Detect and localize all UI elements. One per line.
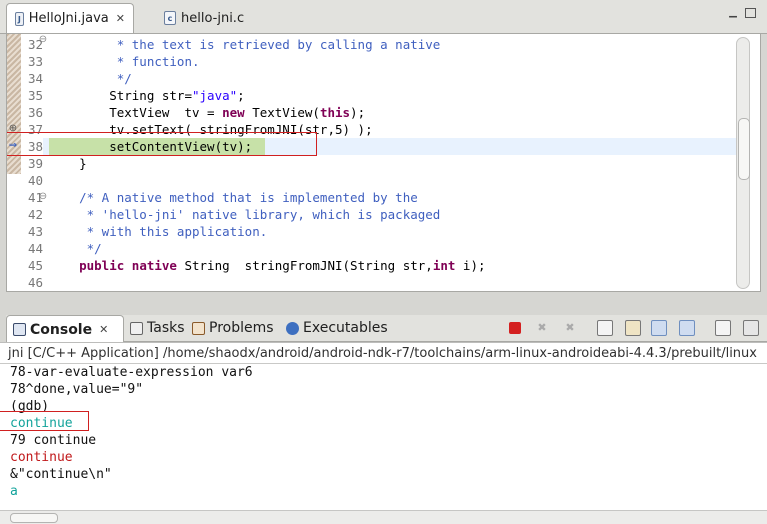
minimize-icon[interactable]: ▁	[727, 8, 739, 18]
line-number: 33	[27, 54, 43, 69]
tab-label: Problems	[209, 320, 274, 336]
console-launch-title: jni [C/C++ Application] /home/shaodx/and…	[8, 346, 757, 361]
code-token: ;	[237, 88, 245, 103]
tab-label: Tasks	[147, 320, 185, 336]
code-line: * function.	[49, 54, 200, 69]
tab-label: hello-jni.c	[181, 10, 245, 26]
line-number: 45	[27, 258, 43, 273]
terminate-icon[interactable]	[509, 322, 521, 334]
tab-console[interactable]: Console ✕	[6, 315, 124, 343]
code-token: TextView tv =	[49, 105, 223, 120]
c-file-icon: c	[164, 11, 176, 25]
annotation-highlight-box	[7, 132, 317, 156]
code-line: String str="java";	[49, 87, 245, 104]
console-icon	[13, 323, 26, 336]
remove-launch-icon[interactable]: ✖	[534, 320, 550, 336]
line-number: 43	[27, 224, 43, 239]
tasks-icon	[130, 321, 143, 335]
keyword: public	[79, 258, 125, 273]
show-on-output-icon[interactable]	[651, 320, 667, 336]
console-line: continue	[10, 450, 73, 465]
line-number: 40	[27, 173, 43, 188]
executables-icon	[286, 321, 299, 335]
code-token: i);	[455, 258, 486, 273]
tab-hellojni-java[interactable]: J HelloJni.java ✕	[6, 3, 134, 33]
tab-label: Console	[30, 321, 93, 338]
line-number: 35	[27, 88, 43, 103]
annotation-highlight-box	[0, 411, 89, 431]
scroll-lock-icon[interactable]	[625, 320, 641, 336]
code-line: * with this application.	[49, 224, 268, 239]
code-line: }	[49, 156, 87, 171]
tab-label: Executables	[303, 320, 388, 336]
code-line: /* A native method that is implemented b…	[49, 190, 418, 205]
tab-tasks[interactable]: Tasks	[130, 315, 185, 341]
tab-problems[interactable]: Problems	[192, 315, 274, 341]
tab-label: HelloJni.java	[28, 11, 109, 26]
code-token: );	[350, 105, 366, 120]
pin-console-icon[interactable]	[715, 320, 731, 336]
console-line: 78-var-evaluate-expression var6	[10, 365, 253, 380]
keyword: native	[131, 258, 177, 273]
remove-all-launches-icon[interactable]: ✖	[562, 320, 578, 336]
line-number: 36	[27, 105, 43, 120]
problems-icon	[192, 321, 205, 335]
java-file-icon: J	[15, 11, 24, 26]
code-line: */	[49, 71, 132, 86]
line-number: 42	[27, 207, 43, 222]
tab-executables[interactable]: Executables	[286, 315, 388, 341]
scrollbar-thumb[interactable]	[10, 513, 58, 523]
clear-console-icon[interactable]	[597, 320, 613, 336]
vertical-scrollbar[interactable]	[736, 37, 750, 289]
console-horizontal-scrollbar[interactable]	[0, 510, 767, 524]
editor-tab-bar: J HelloJni.java ✕ c hello-jni.c ▁	[0, 0, 767, 34]
code-token: String str=	[49, 88, 192, 103]
code-line: * 'hello-jni' native library, which is p…	[49, 207, 441, 222]
code-token: TextView(	[244, 105, 320, 120]
console-line: 79 continue	[10, 433, 97, 448]
code-line: public native String stringFromJNI(Strin…	[49, 257, 486, 274]
code-editor[interactable]: ⊕ ⇒ ⊖ ⊖ 32 33 34 35 36 37 38 39 40 41 42…	[6, 33, 761, 292]
line-number: 46	[27, 275, 43, 290]
code-line: * the text is retrieved by calling a nat…	[49, 37, 441, 52]
close-icon[interactable]: ✕	[116, 12, 125, 25]
console-line: &"continue\n"	[10, 467, 112, 482]
keyword: int	[432, 258, 456, 273]
console-tab-bar: Console ✕ Tasks Problems Executables ✖ ✖	[6, 315, 767, 343]
string-literal: "java"	[192, 88, 238, 103]
code-token: String stringFromJNI(String str,	[176, 258, 433, 273]
scrollbar-thumb[interactable]	[738, 118, 750, 180]
line-number: 34	[27, 71, 43, 86]
line-number: 32	[27, 37, 43, 52]
code-line: TextView tv = new TextView(this);	[49, 104, 365, 121]
line-number: 44	[27, 241, 43, 256]
console-line: a	[10, 484, 18, 499]
maximize-icon[interactable]	[745, 8, 756, 18]
console-line: 78^done,value="9"	[10, 382, 144, 397]
keyword: this	[319, 105, 351, 120]
display-console-icon[interactable]	[743, 320, 759, 336]
tab-hello-jni-c[interactable]: c hello-jni.c	[156, 4, 276, 32]
line-number: 39	[27, 156, 43, 171]
close-icon[interactable]: ✕	[99, 323, 108, 336]
code-line: */	[49, 241, 102, 256]
keyword: new	[222, 105, 245, 120]
show-on-error-icon[interactable]	[679, 320, 695, 336]
console-output[interactable]: jni [C/C++ Application] /home/shaodx/and…	[0, 342, 767, 513]
line-number: 41	[27, 190, 43, 205]
